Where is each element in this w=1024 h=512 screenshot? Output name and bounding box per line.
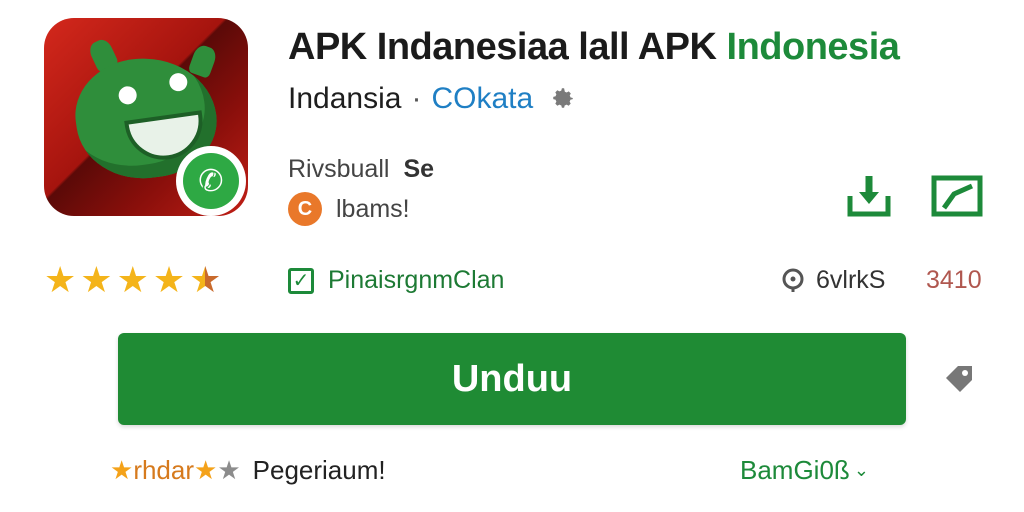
whatsapp-icon: ✆ — [183, 153, 239, 209]
star-icon: ★ — [152, 259, 186, 300]
location-pin-icon — [782, 268, 804, 292]
star-rating: ★ ★ ★ ★ ★ — [44, 262, 221, 298]
half-star-icon: ★ — [189, 259, 222, 300]
footer-right-label[interactable]: BamGi0ß — [740, 455, 850, 486]
footer-rating: ★ rhdar ★ ★ Pegeriaum! — [110, 455, 386, 486]
meta-line-1: Rivsbuall Se — [288, 155, 434, 184]
separator: · — [411, 82, 422, 115]
meta-line-2: C lbams! — [288, 192, 410, 226]
footer-star-text: rhdar — [133, 455, 195, 485]
app-title: APK Indanesiaa lall APK Indonesia — [288, 26, 900, 69]
app-title-highlight: Indonesia — [726, 26, 900, 68]
robot-eye — [117, 85, 138, 106]
download-icon[interactable] — [842, 170, 896, 224]
verified-row[interactable]: ✓ PinaisrgnmClan — [288, 266, 504, 295]
views-info: 6vlrkS — [780, 266, 885, 295]
app-title-main: APK Indanesiaa lall APK — [288, 26, 727, 68]
gear-icon[interactable] — [550, 85, 576, 111]
footer-more-link[interactable]: BamGi0ß ⌄ — [740, 455, 869, 486]
meta-label: Rivsbuall — [288, 155, 390, 183]
meta-label-2: lbams! — [336, 194, 410, 223]
star-icon: ★ — [116, 259, 149, 300]
verified-label: PinaisrgnmClan — [328, 266, 505, 294]
whatsapp-badge: ✆ — [176, 146, 246, 216]
app-icon: ✆ — [44, 18, 248, 216]
download-button[interactable]: Unduu — [118, 333, 906, 425]
category-link[interactable]: COkata — [431, 82, 533, 115]
empty-star-icon: ★ — [217, 455, 241, 485]
chevron-down-icon[interactable]: ⌄ — [854, 460, 869, 481]
meta-suffix: Se — [403, 155, 435, 183]
developer-line: Indansia · COkata — [288, 82, 576, 116]
star-icon: ★ — [194, 455, 218, 485]
orange-badge-icon: C — [288, 192, 322, 226]
flag-icon[interactable] — [930, 170, 984, 224]
star-icon: ★ — [80, 259, 113, 300]
views-label: 6vlrkS — [816, 266, 886, 294]
developer-name[interactable]: Indansia — [288, 82, 401, 115]
star-icon: ★ — [44, 259, 77, 300]
checkbox-checked-icon[interactable]: ✓ — [288, 267, 314, 294]
robot-eye — [168, 71, 189, 93]
count-value: 3410 — [926, 266, 982, 294]
star-icon: ★ — [110, 455, 134, 485]
footer-left-label: Pegeriaum! — [252, 455, 386, 485]
tag-icon[interactable] — [940, 360, 978, 398]
